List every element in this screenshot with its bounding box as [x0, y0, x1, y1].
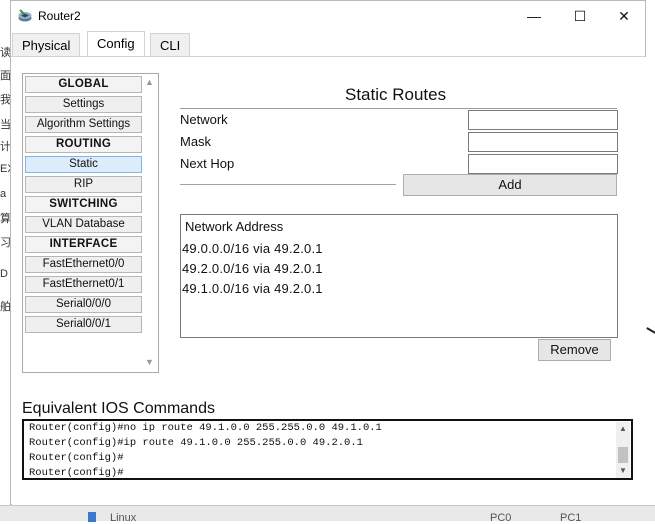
tab-config[interactable]: Config [87, 31, 145, 57]
close-button[interactable]: ✕ [601, 1, 647, 31]
nav-scrollbar[interactable]: ▲ ▼ [143, 75, 157, 371]
background-label-pc1: PC1 [560, 512, 582, 524]
maximize-button[interactable]: ☐ [557, 1, 603, 31]
route-row[interactable]: 49.0.0.0/16 via 49.2.0.1 [182, 241, 323, 256]
route-row[interactable]: 49.2.0.0/16 via 49.2.0.1 [182, 261, 323, 276]
tab-bar: Physical Config CLI [11, 31, 645, 57]
router-config-window: Router2 — ☐ ✕ Physical Config CLI GLOBAL… [10, 0, 646, 505]
ios-commands-title: Equivalent IOS Commands [22, 400, 215, 417]
router-app-icon [18, 9, 32, 22]
background-label-linux: Linux [110, 512, 137, 524]
routes-list-header: Network Address [185, 219, 284, 234]
nav-header-global: GLOBAL [25, 76, 142, 93]
background-glyph: a [0, 188, 7, 200]
nav-header-interface: INTERFACE [25, 236, 142, 253]
nav-item-settings[interactable]: Settings [25, 96, 142, 113]
static-routes-divider [180, 108, 617, 109]
nav-item-algorithm-settings[interactable]: Algorithm Settings [25, 116, 142, 133]
nav-item-serial0-0-0[interactable]: Serial0/0/0 [25, 296, 142, 313]
nav-item-static[interactable]: Static [25, 156, 142, 173]
close-icon: ✕ [618, 7, 630, 24]
tab-physical[interactable]: Physical [12, 33, 81, 57]
background-link-line [646, 327, 655, 335]
mask-label: Mask [180, 134, 212, 149]
minimize-button[interactable]: — [511, 1, 557, 31]
config-nav-list: GLOBAL Settings Algorithm Settings ROUTI… [22, 73, 159, 373]
config-content: GLOBAL Settings Algorithm Settings ROUTI… [12, 57, 646, 505]
nav-item-rip[interactable]: RIP [25, 176, 142, 193]
nav-item-vlan-database[interactable]: VLAN Database [25, 216, 142, 233]
next-hop-label: Next Hop [180, 156, 235, 171]
static-routes-title: Static Routes [345, 85, 447, 104]
network-label: Network [180, 112, 228, 127]
nav-scroll-down-icon[interactable]: ▼ [145, 357, 154, 367]
console-scrollbar[interactable]: ▲ ▼ [616, 422, 630, 478]
background-glyph: D [0, 268, 8, 280]
background-label-pc0: PC0 [490, 512, 512, 524]
network-input[interactable] [468, 110, 618, 130]
title-bar[interactable]: Router2 — ☐ ✕ [11, 1, 645, 31]
form-separator [180, 184, 396, 186]
route-row[interactable]: 49.1.0.0/16 via 49.2.0.1 [182, 281, 323, 296]
window-title: Router2 [38, 9, 81, 23]
console-line: Router(config)#no ip route 49.1.0.0 255.… [29, 422, 382, 434]
nav-item-fastethernet0-0[interactable]: FastEthernet0/0 [25, 256, 142, 273]
tab-cli[interactable]: CLI [150, 33, 191, 57]
console-scroll-thumb[interactable] [618, 447, 628, 463]
add-route-button[interactable]: Add [403, 174, 617, 196]
console-line: Router(config)# [29, 452, 124, 464]
console-scroll-up-icon[interactable]: ▲ [619, 424, 627, 433]
minimize-icon: — [527, 8, 541, 24]
console-line: Router(config)#ip route 49.1.0.0 255.255… [29, 437, 363, 449]
nav-header-routing: ROUTING [25, 136, 142, 153]
routes-list[interactable]: Network Address 49.0.0.0/16 via 49.2.0.1… [180, 214, 618, 338]
next-hop-input[interactable] [468, 154, 618, 174]
nav-scroll-up-icon[interactable]: ▲ [145, 77, 154, 87]
remove-route-button[interactable]: Remove [538, 339, 611, 361]
nav-item-fastethernet0-1[interactable]: FastEthernet0/1 [25, 276, 142, 293]
background-app-bottom-strip: Linux PC0 PC1 [0, 505, 655, 524]
nav-item-serial0-0-1[interactable]: Serial0/0/1 [25, 316, 142, 333]
mask-input[interactable] [468, 132, 618, 152]
console-scroll-down-icon[interactable]: ▼ [619, 466, 627, 475]
console-line: Router(config)# [29, 467, 124, 479]
background-app-left-edge: 读 面 我 当 计 EX a 算 习 D 舶 [0, 30, 15, 330]
maximize-icon: ☐ [573, 7, 587, 24]
ios-commands-console[interactable]: Router(config)#no ip route 49.1.0.0 255.… [22, 419, 633, 480]
nav-header-switching: SWITCHING [25, 196, 142, 213]
